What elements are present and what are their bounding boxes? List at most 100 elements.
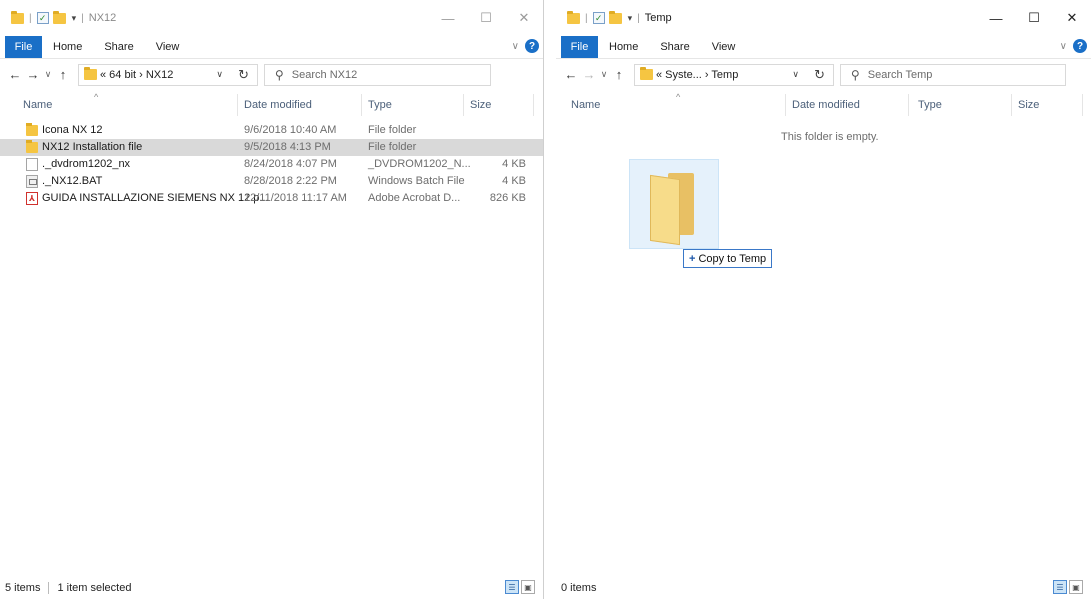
expand-ribbon-icon[interactable]: ∨	[512, 41, 519, 52]
quick-access-toolbar: | ✓ ▾ |	[556, 10, 641, 24]
sort-caret-icon: ^	[676, 92, 681, 102]
minimize-button[interactable]: —	[429, 0, 467, 36]
maximize-button[interactable]: ☐	[467, 0, 505, 36]
sort-caret-icon: ^	[94, 92, 99, 102]
address-bar[interactable]: « Syste... › Temp ∨ ↻	[634, 63, 834, 86]
large-icons-view-icon[interactable]: ▣	[1069, 580, 1083, 594]
search-icon: ⚲	[851, 67, 860, 82]
table-row[interactable]: ._NX12.BAT 8/28/2018 2:22 PM Windows Batch…	[0, 173, 543, 190]
empty-folder-message: This folder is empty.	[781, 131, 879, 143]
search-input[interactable]: ⚲ Search Temp	[840, 63, 1066, 86]
back-button[interactable]: ←	[562, 67, 580, 82]
column-name[interactable]: Name	[23, 99, 52, 111]
column-size[interactable]: Size	[1018, 99, 1039, 111]
tab-share[interactable]: Share	[93, 41, 144, 53]
file-type: _DVDROM1202_N...	[368, 158, 471, 170]
breadcrumb[interactable]: « Syste... › Temp	[656, 69, 738, 81]
address-dropdown-icon[interactable]: ∨	[792, 69, 799, 80]
tab-view[interactable]: View	[145, 41, 191, 53]
up-button[interactable]: ↑	[54, 67, 72, 82]
column-headers: ^ Name Date modified Type Size	[0, 92, 543, 118]
tab-file[interactable]: File	[561, 36, 598, 58]
refresh-icon[interactable]: ↻	[238, 67, 249, 83]
file-type: File folder	[368, 124, 417, 136]
window-title: Temp	[644, 12, 672, 24]
ribbon-tabs: File Home Share View ∨ ?	[556, 36, 1091, 58]
file-date: 12/11/2018 11:17 AM	[244, 192, 347, 204]
details-view-icon[interactable]: ☰	[1053, 580, 1067, 594]
new-folder-icon[interactable]	[608, 10, 622, 24]
properties-icon[interactable]: ✓	[592, 12, 605, 24]
recent-locations-icon[interactable]: ∨	[42, 69, 54, 80]
close-button[interactable]: ✕	[1053, 0, 1091, 36]
search-placeholder: Search Temp	[867, 68, 933, 81]
file-name: GUIDA INSTALLAZIONE SIEMENS NX 12.p...	[42, 192, 269, 204]
folder-icon	[26, 123, 38, 136]
item-count: 5 items	[5, 582, 41, 594]
column-size[interactable]: Size	[470, 99, 491, 111]
help-icon[interactable]: ?	[1073, 39, 1087, 53]
file-name: Icona NX 12	[42, 124, 103, 136]
file-name: NX12 Installation file	[42, 141, 143, 153]
column-type[interactable]: Type	[368, 99, 392, 111]
table-row[interactable]: ._dvdrom1202_nx 8/24/2018 4:07 PM _DVDROM1…	[0, 156, 543, 173]
back-button[interactable]: ←	[6, 67, 24, 82]
file-type: Adobe Acrobat D...	[368, 192, 461, 204]
quick-access-toolbar: | ✓ ▾ |	[0, 10, 85, 24]
folder-icon	[26, 140, 38, 153]
file-date: 8/28/2018 2:22 PM	[244, 175, 337, 187]
file-type: Windows Batch File	[368, 175, 465, 187]
folder-icon	[84, 67, 97, 80]
file-date: 9/5/2018 4:13 PM	[244, 141, 331, 153]
tab-file[interactable]: File	[5, 36, 42, 58]
item-count: 0 items	[561, 582, 597, 594]
expand-ribbon-icon[interactable]: ∨	[1060, 41, 1067, 52]
tab-view[interactable]: View	[701, 41, 747, 53]
column-type[interactable]: Type	[918, 99, 942, 111]
file-size: 4 KB	[502, 158, 526, 170]
table-row[interactable]: NX12 Installation file 9/5/2018 4:13 PM Fi…	[0, 139, 543, 156]
table-row[interactable]: Icona NX 12 9/6/2018 10:40 AM File folder	[0, 122, 543, 139]
large-icons-view-icon[interactable]: ▣	[521, 580, 535, 594]
properties-icon[interactable]: ✓	[36, 12, 49, 24]
title-bar[interactable]: | ✓ ▾ | Temp — ☐ ✕	[556, 0, 1091, 36]
close-button[interactable]: ✕	[505, 0, 543, 36]
address-dropdown-icon[interactable]: ∨	[216, 69, 223, 80]
status-bar: 5 items 1 item selected ☰ ▣	[0, 577, 543, 599]
file-size: 4 KB	[502, 175, 526, 187]
address-row: ← → ∨ ↑ « Syste... › Temp ∨ ↻ ⚲ Search T…	[556, 58, 1091, 90]
search-placeholder: Search NX12	[291, 68, 358, 81]
tab-share[interactable]: Share	[649, 41, 700, 53]
help-icon[interactable]: ?	[525, 39, 539, 53]
explorer-window-nx12: | ✓ ▾ | NX12 — ☐ ✕ File Home Share View …	[0, 0, 544, 599]
breadcrumb[interactable]: « 64 bit › NX12	[100, 69, 173, 81]
drag-preview	[629, 159, 719, 249]
column-name[interactable]: Name	[571, 99, 600, 111]
folder-icon	[650, 173, 696, 246]
tab-home[interactable]: Home	[598, 41, 649, 53]
title-bar[interactable]: | ✓ ▾ | NX12 — ☐ ✕	[0, 0, 543, 36]
maximize-button[interactable]: ☐	[1015, 0, 1053, 36]
minimize-button[interactable]: —	[977, 0, 1015, 36]
search-input[interactable]: ⚲ Search NX12	[264, 63, 491, 86]
status-bar: 0 items ☰ ▣	[556, 577, 1091, 599]
selection-count: 1 item selected	[57, 582, 132, 594]
customize-qat-icon[interactable]: ▾	[72, 13, 77, 24]
file-date: 8/24/2018 4:07 PM	[244, 158, 337, 170]
tab-home[interactable]: Home	[42, 41, 93, 53]
column-date-modified[interactable]: Date modified	[792, 99, 860, 111]
customize-qat-icon[interactable]: ▾	[628, 13, 633, 24]
recent-locations-icon[interactable]: ∨	[598, 69, 610, 80]
details-view-icon[interactable]: ☰	[505, 580, 519, 594]
plus-icon: +	[689, 252, 696, 265]
file-date: 9/6/2018 10:40 AM	[244, 124, 337, 136]
table-row[interactable]: ⅄ GUIDA INSTALLAZIONE SIEMENS NX 12.p... 1…	[0, 190, 543, 207]
forward-button[interactable]: →	[24, 67, 42, 82]
column-date-modified[interactable]: Date modified	[244, 99, 312, 111]
forward-button[interactable]: →	[580, 67, 598, 82]
address-bar[interactable]: « 64 bit › NX12 ∨ ↻	[78, 63, 258, 86]
new-folder-icon[interactable]	[52, 10, 66, 24]
up-button[interactable]: ↑	[610, 67, 628, 82]
refresh-icon[interactable]: ↻	[814, 67, 825, 83]
explorer-window-temp: | ✓ ▾ | Temp — ☐ ✕ File Home Share View …	[556, 0, 1091, 599]
